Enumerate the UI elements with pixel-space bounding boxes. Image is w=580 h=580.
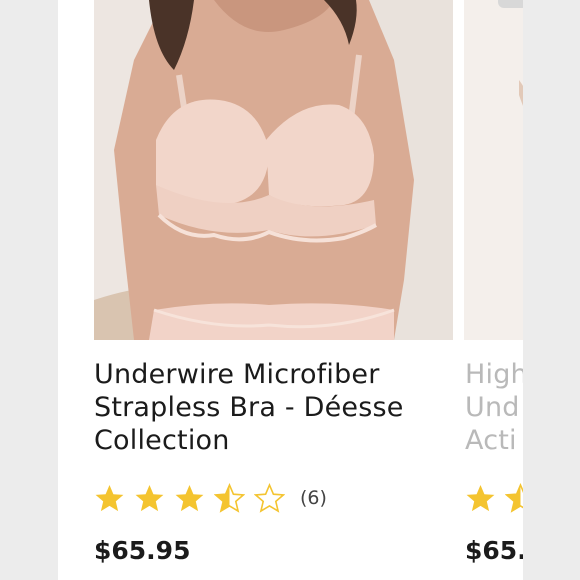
star-empty-icon [254,482,285,513]
product-title[interactable]: Underwire Microfiber Strapless Bra - Dée… [94,358,454,457]
star-half-icon [214,482,245,513]
product-photo-next [464,0,523,340]
rating-stars: (6) [94,480,327,516]
star-full-icon [95,484,124,511]
product-photo [94,0,453,340]
star-full-icon [466,484,495,511]
star-full-icon [135,484,164,511]
star-full-icon [175,484,204,511]
rating-stars-next [465,480,523,516]
star-half-icon [505,482,523,513]
product-image-next[interactable] [464,0,523,340]
product-image[interactable] [94,0,453,340]
page-background-right [523,0,580,580]
rating-count: (6) [300,487,327,509]
page-background-left [0,0,58,580]
product-card[interactable]: Underwire Microfiber Strapless Bra - Dée… [58,0,457,580]
product-card-next[interactable]: High Und Acti $65. [457,0,523,580]
product-price-next: $65. [465,536,523,565]
product-title-next[interactable]: High Und Acti [465,358,523,457]
product-price: $65.95 [94,536,191,565]
